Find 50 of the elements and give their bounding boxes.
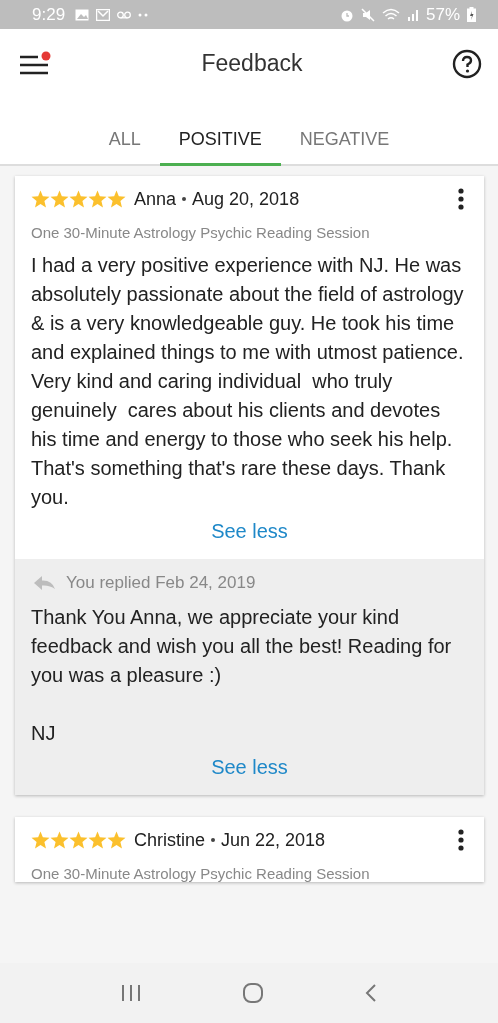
review-date: Jun 22, 2018 (221, 829, 326, 851)
star-icon (88, 831, 107, 849)
filter-tab[interactable]: NEGATIVE (280, 98, 409, 166)
review-text: I had a very positive experience with NJ. He was absolutely passionate about the field of astrology & is a very knowledgeable guy. He took his time and explained things to me with utmost patience. Very kind and caring individual who truly genuinely cares about his clients and devotes his time and energy to those who seek his help. That's something that's rare these days. Thank you. (30, 253, 465, 510)
more-notifications-icon (138, 12, 149, 17)
review-date: Aug 20, 2018 (192, 188, 300, 210)
star-icon (50, 190, 69, 208)
star-icon (88, 190, 107, 208)
star-icon (69, 190, 88, 208)
help-icon (452, 48, 482, 79)
recent-apps-icon[interactable] (120, 984, 142, 1002)
see-less-link[interactable]: See less (211, 756, 288, 778)
reviewer-name: Christine (134, 829, 206, 851)
battery-icon (467, 7, 476, 22)
star-icon (69, 831, 88, 849)
voicemail-icon (117, 10, 132, 19)
separator-dot (211, 838, 216, 842)
star-icon (31, 190, 50, 208)
signal-icon (406, 8, 419, 21)
wifi-icon (381, 7, 400, 22)
more-options-icon (458, 829, 464, 851)
separator-dot (182, 197, 187, 201)
reviewer-name: Anna (134, 188, 177, 210)
star-icon (107, 831, 126, 849)
page-title: Feedback (201, 50, 303, 77)
more-options-icon (458, 188, 464, 210)
back-icon[interactable] (364, 983, 378, 1003)
more-options-button[interactable] (458, 829, 464, 851)
service-name: One 30-Minute Astrology Psychic Reading Session (30, 223, 371, 241)
filter-tab[interactable]: ALL (89, 98, 160, 166)
help-button[interactable] (452, 48, 482, 79)
mail-icon (96, 8, 111, 21)
filter-tab[interactable]: POSITIVE (159, 98, 281, 166)
see-less-link[interactable]: See less (211, 520, 288, 542)
menu-button[interactable] (18, 50, 52, 77)
reply-signature: NJ (30, 721, 57, 746)
image-icon (75, 8, 90, 21)
service-name: One 30-Minute Astrology Psychic Reading Session (30, 864, 371, 882)
home-icon[interactable] (242, 983, 264, 1003)
reply-text: Thank You Anna, we appreciate your kind feedback and wish you all the best! Reading for you was a pleasure :) (30, 605, 453, 688)
reply-icon (34, 576, 56, 590)
more-options-button[interactable] (458, 188, 464, 210)
status-time: 9:29 (32, 4, 66, 25)
star-icon (107, 190, 126, 208)
reply-date: You replied Feb 24, 2019 (66, 573, 256, 593)
mute-icon (360, 7, 375, 22)
star-icon (31, 831, 50, 849)
battery-percent: 57% (425, 4, 460, 25)
menu-icon (18, 50, 52, 77)
star-icon (50, 831, 69, 849)
